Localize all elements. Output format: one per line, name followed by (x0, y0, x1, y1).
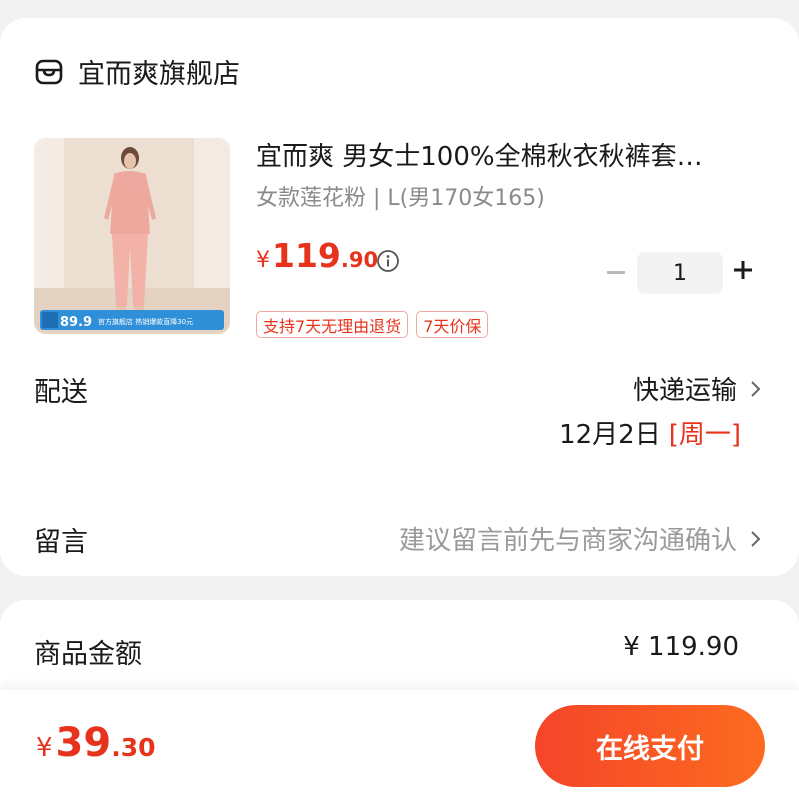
shop-name: 宜而爽旗舰店 (78, 59, 240, 90)
amount-label: 商品金额 (34, 639, 142, 670)
price-integer: 119 (272, 236, 341, 275)
delivery-date-value: 12月2日 (559, 420, 661, 450)
total-price: ¥ 39 .30 (36, 720, 156, 766)
note-label: 留言 (34, 527, 88, 558)
price-currency: ¥ (256, 248, 270, 273)
quantity-input[interactable]: 1 (637, 252, 723, 294)
quantity-decrease-button[interactable] (603, 257, 629, 287)
service-tags: 支持7天无理由退货 7天价保 (256, 311, 489, 338)
store-icon (35, 59, 63, 84)
delivery-method: 快递运输 (632, 376, 737, 406)
info-icon[interactable] (376, 249, 400, 273)
product-photo: 89.9 官方旗舰店 热销爆款直降30元 (34, 138, 230, 334)
chevron-right-icon (751, 380, 761, 397)
pay-online-button[interactable]: 在线支付 (535, 705, 765, 787)
delivery-method-selector[interactable]: 快递运输 (633, 370, 763, 407)
product-title[interactable]: 宜而爽 男女士100%全棉秋衣秋裤套… (256, 136, 766, 173)
badge-text: 官方旗舰店 热销爆款直降30元 (98, 317, 193, 326)
quantity-increase-button[interactable] (732, 259, 754, 281)
product-image[interactable]: 89.9 官方旗舰店 热销爆款直降30元 (34, 138, 230, 334)
tag-return-policy[interactable]: 支持7天无理由退货 (256, 311, 409, 338)
total-currency: ¥ (36, 733, 53, 763)
price-decimal: .90 (340, 248, 379, 272)
delivery-label: 配送 (34, 377, 88, 408)
amount-value: ¥ 119.90 (623, 632, 739, 662)
badge-price: 89.9 (60, 315, 92, 330)
note-placeholder: 建议留言前先与商家沟通确认 (398, 526, 737, 556)
delivery-weekday: [周一] (668, 420, 741, 450)
total-integer: 39 (55, 720, 112, 766)
note-input[interactable]: 建议留言前先与商家沟通确认 (399, 520, 763, 557)
delivery-date: 12月2日 [周一] (559, 414, 741, 451)
checkout-bar: ¥ 39 .30 在线支付 (0, 690, 799, 800)
chevron-right-icon (751, 530, 761, 547)
tag-price-protection[interactable]: 7天价保 (416, 311, 489, 338)
product-variant[interactable]: 女款莲花粉 | L(男170女165) (256, 180, 545, 212)
shop-header[interactable]: 宜而爽旗舰店 (34, 52, 240, 91)
total-decimal: .30 (111, 733, 156, 762)
product-price: ¥ 119 .90 (256, 236, 378, 275)
minus-icon (607, 270, 625, 274)
